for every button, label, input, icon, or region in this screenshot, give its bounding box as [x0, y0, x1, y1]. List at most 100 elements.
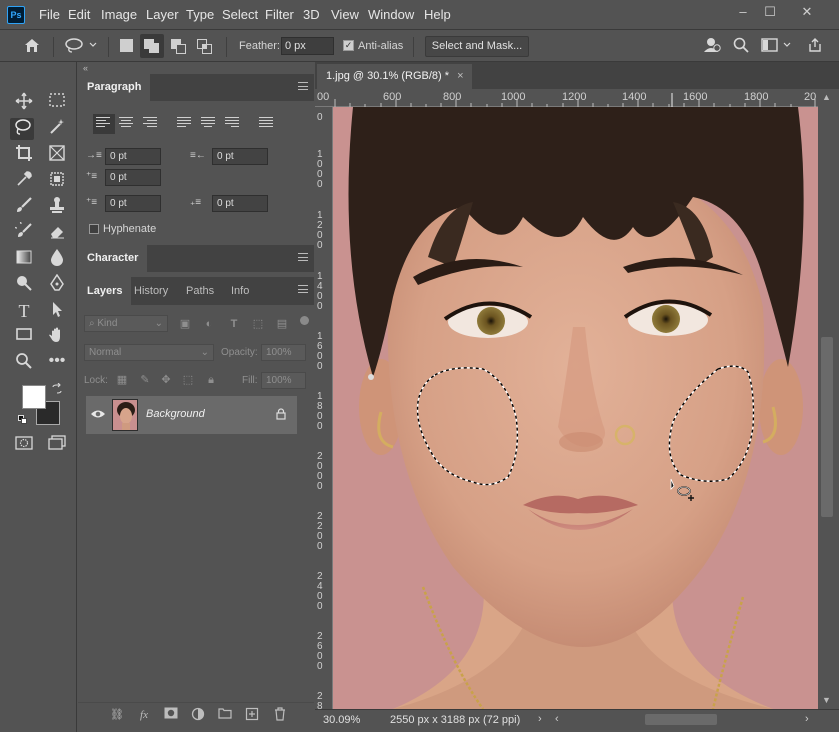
- share-icon[interactable]: [805, 37, 825, 55]
- swap-colors-icon[interactable]: [51, 382, 63, 395]
- panel-menu-icon[interactable]: [298, 82, 308, 90]
- type-tool-icon[interactable]: T: [12, 300, 36, 322]
- tab-paragraph[interactable]: Paragraph: [78, 74, 151, 101]
- move-tool-icon[interactable]: [12, 92, 36, 114]
- justify-right-icon[interactable]: [225, 117, 241, 131]
- tab-character[interactable]: Character: [78, 245, 148, 272]
- document-canvas[interactable]: [333, 107, 818, 709]
- menu-3d[interactable]: 3D: [303, 7, 320, 22]
- filter-pixel-icon[interactable]: ▣: [178, 317, 192, 331]
- feather-input[interactable]: 0 px: [281, 37, 334, 55]
- lock-image-icon[interactable]: ✎: [138, 373, 152, 387]
- home-icon[interactable]: [22, 37, 42, 55]
- add-to-selection-icon[interactable]: [140, 34, 164, 58]
- brush-tool-icon[interactable]: [12, 196, 36, 218]
- horizontal-scroll-thumb[interactable]: [645, 714, 717, 725]
- align-left-icon[interactable]: [93, 114, 115, 134]
- menu-layer[interactable]: Layer: [146, 7, 179, 22]
- filter-adjustment-icon[interactable]: ◐: [202, 317, 216, 331]
- status-menu-chevron-icon[interactable]: ›: [538, 713, 542, 725]
- menu-file[interactable]: File: [39, 7, 60, 22]
- antialias-checkbox[interactable]: ✓: [343, 40, 354, 51]
- fill-field[interactable]: 100%: [261, 372, 306, 389]
- lasso-preset-icon[interactable]: [63, 37, 99, 55]
- tab-paths[interactable]: Paths: [177, 277, 223, 305]
- menu-filter[interactable]: Filter: [265, 7, 294, 22]
- lock-position-icon[interactable]: ✥: [159, 373, 173, 387]
- opacity-field[interactable]: 100%: [261, 344, 306, 361]
- frame-tool-icon[interactable]: [45, 144, 69, 166]
- blend-mode-select[interactable]: Normal ⌄: [84, 344, 214, 361]
- adjustment-layer-icon[interactable]: [190, 707, 206, 723]
- align-right-icon[interactable]: [143, 117, 159, 131]
- lock-artboard-icon[interactable]: ⬚: [181, 373, 195, 387]
- link-layers-icon[interactable]: ⛓: [109, 707, 125, 723]
- eraser-tool-icon[interactable]: [45, 222, 69, 244]
- new-group-icon[interactable]: [217, 707, 233, 723]
- foreground-color-swatch-top[interactable]: [22, 385, 46, 409]
- document-tab[interactable]: 1.jpg @ 30.1% (RGB/8) * ×: [317, 64, 472, 89]
- spot-healing-tool-icon[interactable]: [45, 170, 69, 192]
- menu-view[interactable]: View: [331, 7, 359, 22]
- scroll-up-icon[interactable]: ▲: [822, 92, 831, 102]
- panel-menu-icon[interactable]: [298, 285, 308, 293]
- minimize-button[interactable]: –: [731, 4, 755, 20]
- vertical-ruler[interactable]: 0 1 0 0 0 1 2 0 0 1 4 0 0 1 6 0 0 1 8 0 …: [315, 107, 333, 712]
- close-tab-icon[interactable]: ×: [457, 70, 463, 82]
- intersect-selection-icon[interactable]: [197, 39, 213, 55]
- delete-layer-icon[interactable]: [272, 707, 288, 723]
- gradient-tool-icon[interactable]: [12, 248, 36, 270]
- filter-type-icon[interactable]: T: [227, 317, 241, 331]
- crop-tool-icon[interactable]: [12, 144, 36, 166]
- space-before-field[interactable]: 0 pt: [105, 195, 161, 212]
- horizontal-ruler[interactable]: 00 600 800 1000 1200 1400 1600 1800 20: [315, 89, 818, 107]
- rectangle-tool-icon[interactable]: [12, 326, 36, 348]
- new-layer-icon[interactable]: [244, 707, 260, 723]
- filter-smart-object-icon[interactable]: ▤: [275, 317, 289, 331]
- subtract-selection-icon[interactable]: [171, 39, 187, 55]
- fx-icon[interactable]: fx: [136, 707, 152, 723]
- scroll-left-icon[interactable]: ‹: [555, 713, 559, 725]
- collapse-panels-icon[interactable]: «: [83, 63, 88, 73]
- menu-select[interactable]: Select: [222, 7, 258, 22]
- dodge-tool-icon[interactable]: [12, 274, 36, 296]
- select-and-mask-button[interactable]: Select and Mask...: [425, 36, 529, 57]
- indent-first-line-field[interactable]: 0 pt: [105, 169, 161, 186]
- zoom-tool-icon[interactable]: [12, 352, 36, 374]
- add-mask-icon[interactable]: [163, 707, 179, 723]
- visibility-eye-icon[interactable]: [90, 408, 106, 420]
- default-colors-icon[interactable]: [18, 415, 28, 425]
- space-after-field[interactable]: 0 pt: [212, 195, 268, 212]
- quick-mask-icon[interactable]: [12, 434, 36, 456]
- learn-user-icon[interactable]: [702, 37, 722, 55]
- menu-window[interactable]: Window: [368, 7, 414, 22]
- marquee-tool-icon[interactable]: [45, 92, 69, 114]
- pen-tool-icon[interactable]: [45, 273, 69, 296]
- lock-all-icon[interactable]: 🔒︎: [204, 373, 218, 387]
- more-tools-icon[interactable]: •••: [45, 352, 69, 374]
- search-icon[interactable]: [731, 37, 751, 55]
- indent-left-field[interactable]: 0 pt: [105, 148, 161, 165]
- justify-center-icon[interactable]: [201, 117, 217, 131]
- align-center-icon[interactable]: [119, 117, 135, 131]
- hyphenate-checkbox[interactable]: [89, 224, 99, 234]
- magic-wand-tool-icon[interactable]: [45, 118, 69, 140]
- tab-layers[interactable]: Layers: [78, 277, 132, 305]
- scroll-right-icon[interactable]: ›: [805, 713, 809, 725]
- lasso-tool-icon[interactable]: [10, 118, 34, 140]
- panel-menu-icon[interactable]: [298, 253, 308, 261]
- history-brush-tool-icon[interactable]: [12, 219, 36, 244]
- layer-row-background[interactable]: Background: [86, 396, 297, 434]
- scroll-down-icon[interactable]: ▼: [822, 695, 831, 705]
- justify-all-icon[interactable]: [259, 117, 275, 131]
- close-window-button[interactable]: ✕: [795, 4, 819, 20]
- zoom-level-field[interactable]: 30.09%: [323, 714, 360, 726]
- new-selection-icon[interactable]: [120, 39, 133, 52]
- tab-history[interactable]: History: [125, 277, 177, 305]
- blur-tool-icon[interactable]: [45, 248, 69, 270]
- filter-shape-icon[interactable]: ⬚: [251, 317, 265, 331]
- hand-tool-icon[interactable]: [45, 326, 69, 348]
- vertical-scroll-thumb[interactable]: [821, 337, 833, 517]
- menu-type[interactable]: Type: [186, 7, 214, 22]
- maximize-button[interactable]: ☐: [758, 4, 782, 20]
